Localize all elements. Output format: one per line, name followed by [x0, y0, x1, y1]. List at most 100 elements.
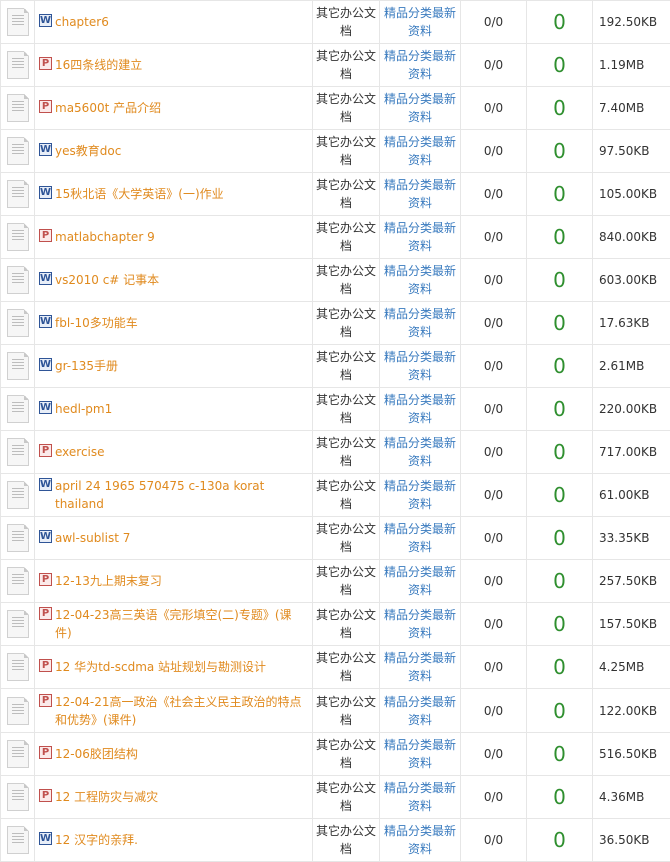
subcategory-link[interactable]: 精品分类最新资料 — [380, 44, 461, 87]
file-size: 257.50KB — [593, 560, 670, 603]
document-title-link[interactable]: 12-04-21高一政治《社会主义民主政治的特点和优势》(课件) — [55, 693, 308, 729]
download-count: 0 — [527, 345, 593, 388]
thumbnail-cell — [1, 345, 35, 388]
table-row: P 12 华为td-scdma 站址规划与勘测设计 其它办公文档 精品分类最新资… — [1, 646, 670, 689]
title-cell: P 16四条线的建立 — [35, 44, 313, 87]
document-title-link[interactable]: 12 工程防灾与减灾 — [55, 788, 158, 806]
title-cell: P matlabchapter 9 — [35, 216, 313, 259]
subcategory-link[interactable]: 精品分类最新资料 — [380, 388, 461, 431]
subcategory-link[interactable]: 精品分类最新资料 — [380, 733, 461, 776]
document-title-link[interactable]: gr-135手册 — [55, 357, 118, 375]
document-title-link[interactable]: 15秋北语《大学英语》(一)作业 — [55, 185, 224, 203]
document-thumbnail-icon[interactable] — [7, 524, 29, 552]
document-title-link[interactable]: 16四条线的建立 — [55, 56, 142, 74]
title-cell: W chapter6 — [35, 1, 313, 44]
subcategory-link[interactable]: 精品分类最新资料 — [380, 474, 461, 517]
document-thumbnail-icon[interactable] — [7, 51, 29, 79]
category-cell: 其它办公文档 — [313, 44, 380, 87]
document-thumbnail-icon[interactable] — [7, 309, 29, 337]
document-thumbnail-icon[interactable] — [7, 94, 29, 122]
table-row: W hedl-pm1 其它办公文档 精品分类最新资料 0/0 0 220.00K… — [1, 388, 670, 431]
download-count: 0 — [527, 302, 593, 345]
title-cell: W 12 汉字的亲拜. — [35, 819, 313, 862]
subcategory-link[interactable]: 精品分类最新资料 — [380, 819, 461, 862]
document-title-link[interactable]: chapter6 — [55, 13, 109, 31]
document-thumbnail-icon[interactable] — [7, 653, 29, 681]
file-size: 157.50KB — [593, 603, 670, 646]
ppt-doc-icon: P — [39, 789, 52, 802]
table-row: W yes教育doc 其它办公文档 精品分类最新资料 0/0 0 97.50KB — [1, 130, 670, 173]
thumbnail-cell — [1, 259, 35, 302]
document-thumbnail-icon[interactable] — [7, 783, 29, 811]
document-title-link[interactable]: vs2010 c# 记事本 — [55, 271, 159, 289]
file-size: 33.35KB — [593, 517, 670, 560]
document-title-link[interactable]: 12 华为td-scdma 站址规划与勘测设计 — [55, 658, 266, 676]
download-count: 0 — [527, 388, 593, 431]
document-title-link[interactable]: 12-06胶团结构 — [55, 745, 138, 763]
document-title-link[interactable]: 12-04-23高三英语《完形填空(二)专题》(课件) — [55, 606, 308, 642]
document-title-link[interactable]: yes教育doc — [55, 142, 121, 160]
table-row: W vs2010 c# 记事本 其它办公文档 精品分类最新资料 0/0 0 60… — [1, 259, 670, 302]
subcategory-link[interactable]: 精品分类最新资料 — [380, 216, 461, 259]
document-thumbnail-icon[interactable] — [7, 481, 29, 509]
subcategory-link[interactable]: 精品分类最新资料 — [380, 560, 461, 603]
subcategory-link[interactable]: 精品分类最新资料 — [380, 130, 461, 173]
document-title-link[interactable]: fbl-10多功能车 — [55, 314, 138, 332]
title-cell: P exercise — [35, 431, 313, 474]
subcategory-link[interactable]: 精品分类最新资料 — [380, 646, 461, 689]
ppt-doc-icon: P — [39, 229, 52, 242]
subcategory-link[interactable]: 精品分类最新资料 — [380, 302, 461, 345]
document-title-link[interactable]: ma5600t 产品介绍 — [55, 99, 161, 117]
document-title-link[interactable]: 12-13九上期末复习 — [55, 572, 162, 590]
document-thumbnail-icon[interactable] — [7, 610, 29, 638]
document-title-link[interactable]: 12 汉字的亲拜. — [55, 831, 138, 849]
document-title-link[interactable]: matlabchapter 9 — [55, 228, 155, 246]
subcategory-link[interactable]: 精品分类最新资料 — [380, 259, 461, 302]
document-thumbnail-icon[interactable] — [7, 180, 29, 208]
download-count: 0 — [527, 819, 593, 862]
document-thumbnail-icon[interactable] — [7, 352, 29, 380]
subcategory-link[interactable]: 精品分类最新资料 — [380, 776, 461, 819]
document-thumbnail-icon[interactable] — [7, 137, 29, 165]
download-count: 0 — [527, 216, 593, 259]
document-thumbnail-icon[interactable] — [7, 266, 29, 294]
title-cell: P 12-13九上期末复习 — [35, 560, 313, 603]
subcategory-link[interactable]: 精品分类最新资料 — [380, 173, 461, 216]
rating-ratio: 0/0 — [461, 216, 527, 259]
subcategory-link[interactable]: 精品分类最新资料 — [380, 689, 461, 733]
subcategory-link[interactable]: 精品分类最新资料 — [380, 431, 461, 474]
subcategory-link[interactable]: 精品分类最新资料 — [380, 87, 461, 130]
document-thumbnail-icon[interactable] — [7, 438, 29, 466]
rating-ratio: 0/0 — [461, 1, 527, 44]
download-count: 0 — [527, 560, 593, 603]
document-thumbnail-icon[interactable] — [7, 697, 29, 725]
document-thumbnail-icon[interactable] — [7, 826, 29, 854]
title-cell: W gr-135手册 — [35, 345, 313, 388]
document-thumbnail-icon[interactable] — [7, 223, 29, 251]
rating-ratio: 0/0 — [461, 603, 527, 646]
document-title-link[interactable]: exercise — [55, 443, 105, 461]
table-row: P 12-04-21高一政治《社会主义民主政治的特点和优势》(课件) 其它办公文… — [1, 689, 670, 733]
document-title-link[interactable]: awl-sublist 7 — [55, 529, 130, 547]
subcategory-link[interactable]: 精品分类最新资料 — [380, 345, 461, 388]
document-thumbnail-icon[interactable] — [7, 567, 29, 595]
subcategory-link[interactable]: 精品分类最新资料 — [380, 517, 461, 560]
download-count: 0 — [527, 1, 593, 44]
thumbnail-cell — [1, 517, 35, 560]
document-thumbnail-icon[interactable] — [7, 740, 29, 768]
word-doc-icon: W — [39, 478, 52, 491]
document-thumbnail-icon[interactable] — [7, 395, 29, 423]
download-count: 0 — [527, 733, 593, 776]
document-thumbnail-icon[interactable] — [7, 8, 29, 36]
download-count: 0 — [527, 431, 593, 474]
file-size: 192.50KB — [593, 1, 670, 44]
document-title-link[interactable]: april 24 1965 570475 c-130a korat thaila… — [55, 477, 308, 513]
rating-ratio: 0/0 — [461, 689, 527, 733]
subcategory-link[interactable]: 精品分类最新资料 — [380, 1, 461, 44]
subcategory-link[interactable]: 精品分类最新资料 — [380, 603, 461, 646]
table-row: W april 24 1965 570475 c-130a korat thai… — [1, 474, 670, 517]
category-cell: 其它办公文档 — [313, 560, 380, 603]
document-title-link[interactable]: hedl-pm1 — [55, 400, 112, 418]
category-cell: 其它办公文档 — [313, 87, 380, 130]
category-cell: 其它办公文档 — [313, 733, 380, 776]
